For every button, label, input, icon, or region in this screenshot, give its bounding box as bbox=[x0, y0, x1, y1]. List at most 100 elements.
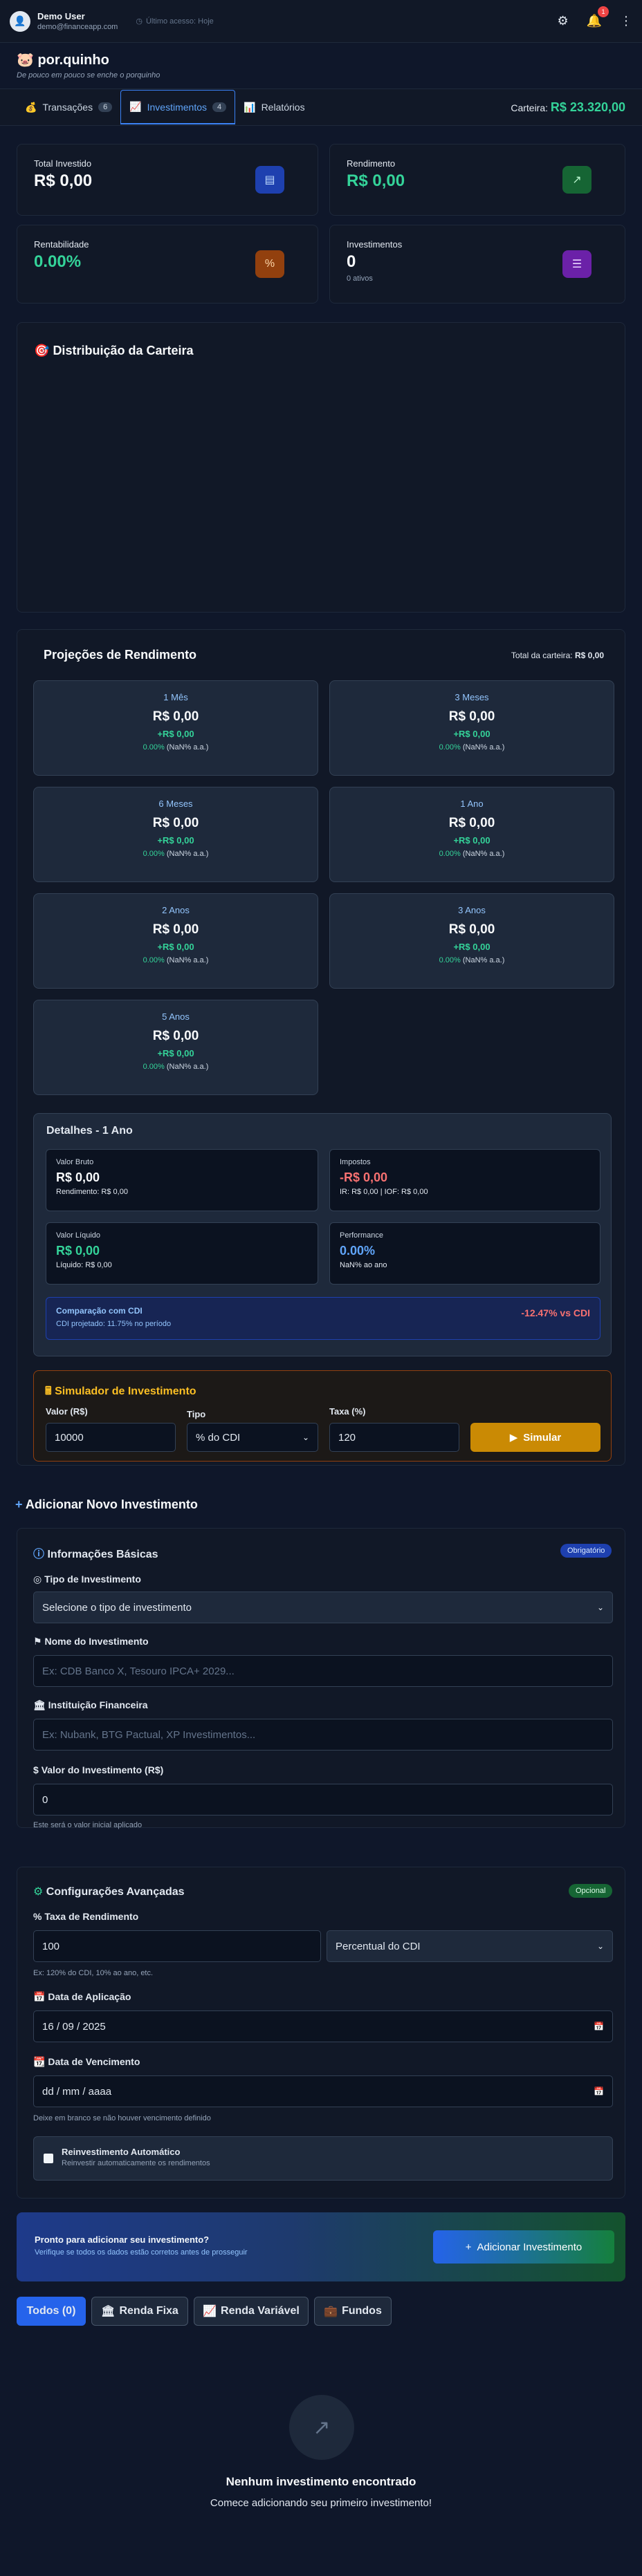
advanced-title: Configurações Avançadas bbox=[46, 1886, 185, 1898]
instituicao-label-text: Instituição Financeira bbox=[48, 1699, 148, 1710]
simulate-label: Simular bbox=[523, 1431, 562, 1444]
projection-card: 6 Meses R$ 0,00 +R$ 0,00 0.00% (NaN% a.a.) bbox=[33, 787, 318, 882]
briefcase-icon: 💼 bbox=[324, 2306, 338, 2317]
filter-fundos[interactable]: 💼 Fundos bbox=[314, 2297, 392, 2326]
detail-performance: Performance 0.00% NaN% ao ano bbox=[329, 1222, 600, 1285]
projection-gain: +R$ 0,00 bbox=[453, 942, 490, 952]
detail-value: 0.00% bbox=[340, 1244, 376, 1258]
nome-label: ⚑ Nome do Investimento bbox=[33, 1636, 149, 1648]
user-avatar[interactable]: 👤 bbox=[10, 10, 30, 32]
projection-card: 1 Ano R$ 0,00 +R$ 0,00 0.00% (NaN% a.a.) bbox=[329, 787, 614, 882]
more-menu-icon[interactable]: ⋮ bbox=[620, 14, 632, 28]
valor-help: Este será o valor inicial aplicado bbox=[33, 1821, 143, 1829]
simulate-button[interactable]: ▶ Simular bbox=[470, 1423, 600, 1452]
tipo-select[interactable]: Selecione o tipo de investimento ⌄ bbox=[33, 1592, 613, 1623]
taxa-tipo-value: Percentual do CDI bbox=[336, 1940, 421, 1952]
tab-label: Transações bbox=[42, 102, 93, 113]
projection-rate: 0.00% (NaN% a.a.) bbox=[330, 850, 614, 858]
plus-icon: + bbox=[465, 2241, 472, 2253]
reinvest-checkbox[interactable] bbox=[44, 2154, 53, 2163]
aplicacao-value: 16 / 09 / 2025 bbox=[42, 2020, 106, 2033]
filter-renda-fixa[interactable]: 🏛 Renda Fixa bbox=[91, 2297, 188, 2326]
cta-title: Pronto para adicionar seu investimento? bbox=[35, 2234, 210, 2245]
info-icon: ⓘ bbox=[33, 1549, 45, 1560]
tab-transacoes[interactable]: 💰 Transações 6 bbox=[17, 89, 120, 125]
instituicao-input[interactable]: Ex: Nubank, BTG Pactual, XP Investimento… bbox=[33, 1719, 613, 1751]
valor-label-text: Valor do Investimento (R$) bbox=[41, 1764, 164, 1775]
new-investment-heading: + Adicionar Novo Investimento bbox=[15, 1497, 198, 1512]
tipo-label-text: Tipo de Investimento bbox=[44, 1574, 141, 1585]
reinvest-row[interactable]: Reinvestimento Automático Reinvestir aut… bbox=[33, 2136, 613, 2181]
taxa-tipo-select[interactable]: Percentual do CDI ⌄ bbox=[327, 1930, 613, 1962]
filter-label: Todos (0) bbox=[26, 2305, 76, 2317]
tab-count: 6 bbox=[98, 102, 113, 112]
sim-tipo-value: % do CDI bbox=[196, 1431, 241, 1444]
chevron-down-icon: ⌄ bbox=[302, 1432, 309, 1442]
distribution-title: Distribuição da Carteira bbox=[53, 344, 194, 357]
notifications-bell-icon[interactable]: 🔔 1 bbox=[587, 6, 609, 28]
projection-pct: 0.00% bbox=[143, 743, 165, 752]
settings-gear-icon[interactable]: ⚙ bbox=[557, 14, 568, 28]
projection-period: 3 Anos bbox=[458, 905, 486, 915]
stat-investimentos: Investimentos 0 0 ativos ☰ bbox=[329, 225, 625, 304]
projection-card: 2 Anos R$ 0,00 +R$ 0,00 0.00% (NaN% a.a.) bbox=[33, 893, 318, 989]
projection-period: 1 Ano bbox=[460, 799, 484, 809]
projection-gain: +R$ 0,00 bbox=[157, 1048, 194, 1058]
projection-pct: 0.00% bbox=[439, 956, 461, 964]
projection-gain: +R$ 0,00 bbox=[157, 835, 194, 846]
projection-gain: +R$ 0,00 bbox=[453, 729, 490, 739]
main-tabs: 💰 Transações 6 📈 Investimentos 4 📊 Relat… bbox=[0, 88, 642, 126]
sim-valor-input[interactable]: 10000 bbox=[46, 1423, 176, 1452]
reinvest-label: Reinvestimento Automático bbox=[62, 2147, 181, 2157]
tab-label: Investimentos bbox=[147, 101, 207, 113]
projection-card: 3 Meses R$ 0,00 +R$ 0,00 0.00% (NaN% a.a.) bbox=[329, 680, 614, 776]
valor-input[interactable]: 0 bbox=[33, 1784, 613, 1816]
stat-label: Rentabilidade bbox=[34, 239, 89, 250]
nome-placeholder: Ex: CDB Banco X, Tesouro IPCA+ 2029... bbox=[42, 1665, 235, 1677]
filter-renda-variavel[interactable]: 📈 Renda Variável bbox=[194, 2297, 309, 2326]
tipo-label: ◎ Tipo de Investimento bbox=[33, 1574, 141, 1585]
money-bag-icon: 💰 bbox=[25, 101, 37, 113]
chart-up-icon: 📈 bbox=[129, 101, 142, 112]
details-title: Detalhes - 1 Ano bbox=[46, 1125, 133, 1137]
piggy-logo-icon: 🐷 bbox=[17, 53, 34, 68]
detail-value: R$ 0,00 bbox=[56, 1244, 100, 1258]
filter-todos[interactable]: Todos (0) bbox=[17, 2297, 86, 2326]
percent-icon: % bbox=[255, 250, 284, 278]
nome-label-text: Nome do Investimento bbox=[44, 1636, 149, 1647]
basic-info-heading: ⓘ Informações Básicas bbox=[33, 1544, 158, 1561]
chart-up-icon: 📈 bbox=[203, 2306, 217, 2317]
vencimento-date-input[interactable]: dd / mm / aaaa 📅 bbox=[33, 2075, 613, 2107]
sim-tipo-label: Tipo bbox=[187, 1409, 206, 1419]
nome-input[interactable]: Ex: CDB Banco X, Tesouro IPCA+ 2029... bbox=[33, 1655, 613, 1687]
filter-label: Renda Fixa bbox=[119, 2305, 178, 2317]
projection-annual: (NaN% a.a.) bbox=[166, 850, 209, 858]
tab-investimentos[interactable]: 📈 Investimentos 4 bbox=[120, 90, 236, 124]
taxa-input[interactable]: 100 bbox=[33, 1930, 321, 1962]
detail-sub: IR: R$ 0,00 | IOF: R$ 0,00 bbox=[340, 1188, 428, 1196]
sim-tipo-select[interactable]: % do CDI ⌄ bbox=[187, 1423, 318, 1452]
detail-valor-bruto: Valor Bruto R$ 0,00 Rendimento: R$ 0,00 bbox=[46, 1149, 318, 1211]
sim-taxa-input[interactable]: 120 bbox=[329, 1423, 459, 1452]
projection-annual: (NaN% a.a.) bbox=[166, 1063, 209, 1071]
calendar-picker-icon[interactable]: 📅 bbox=[594, 2022, 604, 2031]
detail-sub: NaN% ao ano bbox=[340, 1261, 387, 1269]
last-access-text: Último acesso: Hoje bbox=[145, 17, 214, 26]
projection-value: R$ 0,00 bbox=[152, 816, 199, 830]
detail-impostos: Impostos -R$ 0,00 IR: R$ 0,00 | IOF: R$ … bbox=[329, 1149, 600, 1211]
brand-slogan: De pouco em pouco se enche o porquinho bbox=[17, 71, 160, 80]
add-investment-button[interactable]: + Adicionar Investimento bbox=[433, 2230, 614, 2264]
required-badge: Obrigatório bbox=[560, 1544, 612, 1558]
calendar-picker-icon[interactable]: 📅 bbox=[594, 2087, 604, 2096]
tab-relatorios[interactable]: 📊 Relatórios bbox=[235, 89, 313, 125]
projections-title: Projeções de Rendimento bbox=[44, 648, 197, 662]
sim-taxa-label: Taxa (%) bbox=[329, 1406, 366, 1417]
cta-sub: Verifique se todos os dados estão corret… bbox=[35, 2248, 248, 2257]
optional-badge: Opcional bbox=[569, 1884, 613, 1898]
empty-chart-icon: ↗ bbox=[289, 2395, 354, 2460]
valor-label: $ Valor do Investimento (R$) bbox=[33, 1764, 163, 1775]
projection-value: R$ 0,00 bbox=[152, 1029, 199, 1043]
projections-total: Total da carteira: R$ 0,00 bbox=[511, 651, 604, 660]
total-value: R$ 0,00 bbox=[574, 651, 604, 660]
aplicacao-date-input[interactable]: 16 / 09 / 2025 📅 bbox=[33, 2010, 613, 2042]
